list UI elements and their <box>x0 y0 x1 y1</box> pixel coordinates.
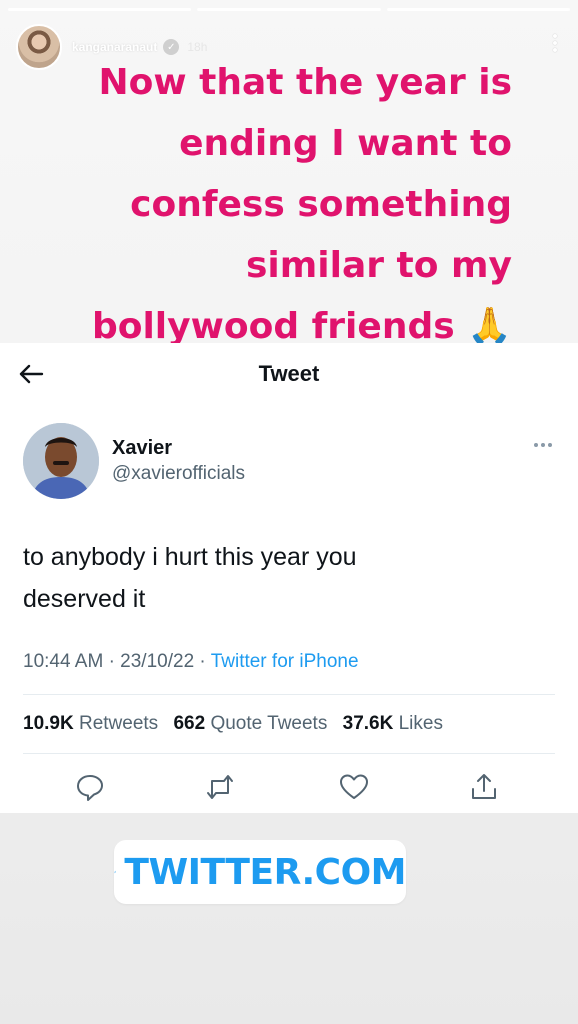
tweet-actions <box>0 771 578 807</box>
story-caption: Now that the year is ending I want to co… <box>42 52 512 357</box>
divider <box>23 753 555 754</box>
person-icon <box>23 423 99 499</box>
share-icon[interactable] <box>468 771 500 803</box>
tweet-text-line: to anybody i hurt this year you <box>23 543 357 571</box>
divider <box>23 694 555 695</box>
quotes-label[interactable]: Quote Tweets <box>210 713 327 734</box>
tweet-time: 10:44 AM <box>23 651 104 672</box>
link-icon <box>114 871 117 873</box>
meta-separator: · <box>199 651 211 672</box>
topbar-title: Tweet <box>258 361 320 386</box>
tweet-screenshot: Tweet Xavier @xavierofficials to anybody… <box>0 343 578 813</box>
tweet-date: 23/10/22 <box>120 651 195 672</box>
link-sticker[interactable]: TWITTER.COM <box>114 840 406 904</box>
likes-count[interactable]: 37.6K <box>343 713 394 734</box>
caption-line: similar to my <box>246 245 512 286</box>
likes-label[interactable]: Likes <box>399 713 443 734</box>
caption-line: ending I want to <box>179 123 512 164</box>
meta-separator: · <box>108 651 121 672</box>
quotes-count[interactable]: 662 <box>173 713 205 734</box>
author-avatar[interactable] <box>23 423 99 499</box>
retweets-count[interactable]: 10.9K <box>23 713 74 734</box>
tweet-text-line: deserved it <box>23 585 146 613</box>
tweet-more-icon[interactable] <box>534 443 552 447</box>
retweet-icon[interactable] <box>204 771 236 803</box>
tweet-topbar: Tweet <box>0 343 578 403</box>
heart-icon[interactable] <box>338 771 370 803</box>
progress-segment <box>8 8 192 11</box>
progress-segment <box>197 8 381 11</box>
retweets-label[interactable]: Retweets <box>79 713 158 734</box>
caption-line: Now that the year is <box>98 62 512 103</box>
tweet-stats: 10.9K Retweets 662 Quote Tweets 37.6K Li… <box>23 713 443 735</box>
reply-icon[interactable] <box>74 771 106 803</box>
caption-line: confess something <box>130 184 512 225</box>
story-progress <box>8 8 570 11</box>
tweet-source[interactable]: Twitter for iPhone <box>211 651 359 672</box>
tweet-text: to anybody i hurt this year you deserved… <box>23 536 543 620</box>
author-name[interactable]: Xavier <box>112 437 172 460</box>
author-handle[interactable]: @xavierofficials <box>112 463 245 485</box>
progress-segment <box>386 8 570 11</box>
more-options-icon[interactable] <box>552 34 558 52</box>
link-label: TWITTER.COM <box>124 851 406 893</box>
tweet-meta: 10:44 AM · 23/10/22 · Twitter for iPhone <box>23 651 359 673</box>
